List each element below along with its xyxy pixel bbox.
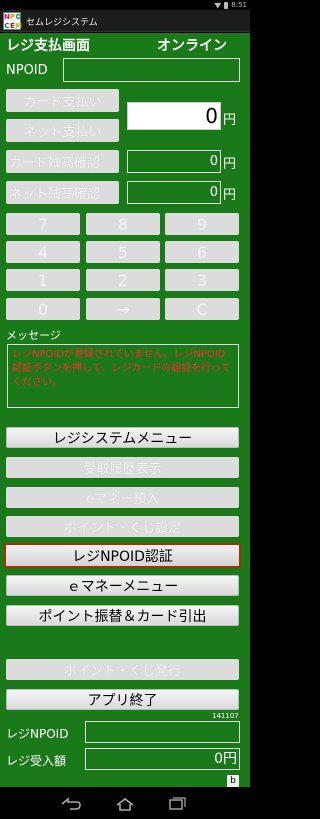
wifi-icon — [214, 2, 222, 9]
connection-status: オンライン — [157, 38, 227, 54]
home-icon[interactable] — [114, 796, 136, 811]
npoid-label: NPOID — [6, 63, 48, 78]
message-box: レジNPOIDが登録されていません。レジNPOID認証ボタンを押して、レジカード… — [7, 344, 239, 408]
app-logo: NPO CEM — [3, 12, 22, 30]
recent-apps-icon[interactable] — [166, 796, 188, 810]
amount-input[interactable]: 0 — [127, 102, 221, 130]
key-4[interactable]: 4 — [6, 241, 80, 263]
b-badge: b — [227, 775, 239, 787]
back-icon[interactable] — [60, 796, 82, 810]
net-balance-button[interactable]: ネット残高確認 — [6, 181, 119, 204]
status-icons: 8:51 — [214, 0, 247, 10]
key-enter-arrow[interactable]: → — [86, 298, 160, 320]
key-8[interactable]: 8 — [86, 213, 160, 235]
key-3[interactable]: 3 — [165, 269, 239, 291]
key-6[interactable]: 6 — [165, 241, 239, 263]
status-bar: 8:51 — [0, 0, 250, 10]
emoney-menu-button[interactable]: ｅマネーメニュー — [6, 575, 239, 596]
app-exit-button[interactable]: アプリ終了 — [6, 689, 239, 710]
emoney-deposit-button[interactable]: eマネー預入 — [6, 487, 239, 508]
register-npoid-field — [85, 721, 240, 743]
net-balance-value: 0 — [127, 181, 221, 204]
key-0[interactable]: 0 — [6, 298, 80, 320]
key-clear[interactable]: C — [165, 298, 239, 320]
system-navbar — [0, 787, 250, 819]
point-lottery-settings-button[interactable]: ポイント・くじ設定 — [6, 516, 239, 537]
register-npoid-label: レジNPOID — [6, 727, 69, 741]
point-lottery-issue-button[interactable]: ポイント・くじ発行 — [6, 659, 239, 680]
key-2[interactable]: 2 — [86, 269, 160, 291]
version-label: 141107 — [212, 712, 239, 720]
card-balance-button[interactable]: カード残高確認 — [6, 150, 119, 173]
message-label: メッセージ — [6, 329, 61, 342]
card-balance-yen: 円 — [223, 157, 237, 172]
key-1[interactable]: 1 — [6, 269, 80, 291]
card-payment-button[interactable]: カード支払い — [6, 89, 119, 112]
card-balance-value: 0 — [127, 150, 221, 173]
battery-icon — [224, 1, 229, 9]
register-received-label: レジ受入額 — [6, 754, 67, 768]
point-transfer-button[interactable]: ポイント振替＆カード引出 — [6, 605, 239, 626]
app-titlebar: NPO CEM セムレジシステム — [0, 10, 250, 32]
net-payment-button[interactable]: ネット支払い — [6, 119, 119, 142]
status-time: 8:51 — [231, 1, 247, 9]
register-npoid-auth-button[interactable]: レジNPOID認証 — [4, 543, 241, 568]
screen-heading: レジ支払画面 — [6, 38, 90, 54]
receipt-history-button[interactable]: 受取履歴表示 — [6, 457, 239, 478]
payment-screen: レジ支払画面 オンライン NPOID カード支払い ネット支払い 0 円 カード… — [0, 33, 250, 787]
key-7[interactable]: 7 — [6, 213, 80, 235]
amount-yen: 円 — [223, 113, 237, 128]
key-9[interactable]: 9 — [165, 213, 239, 235]
app-title: セムレジシステム — [26, 18, 98, 28]
key-5[interactable]: 5 — [86, 241, 160, 263]
net-balance-yen: 円 — [223, 188, 237, 203]
npoid-input[interactable] — [63, 58, 240, 82]
register-system-menu-button[interactable]: レジシステムメニュー — [6, 427, 239, 448]
register-received-field: 0円 — [85, 748, 240, 770]
